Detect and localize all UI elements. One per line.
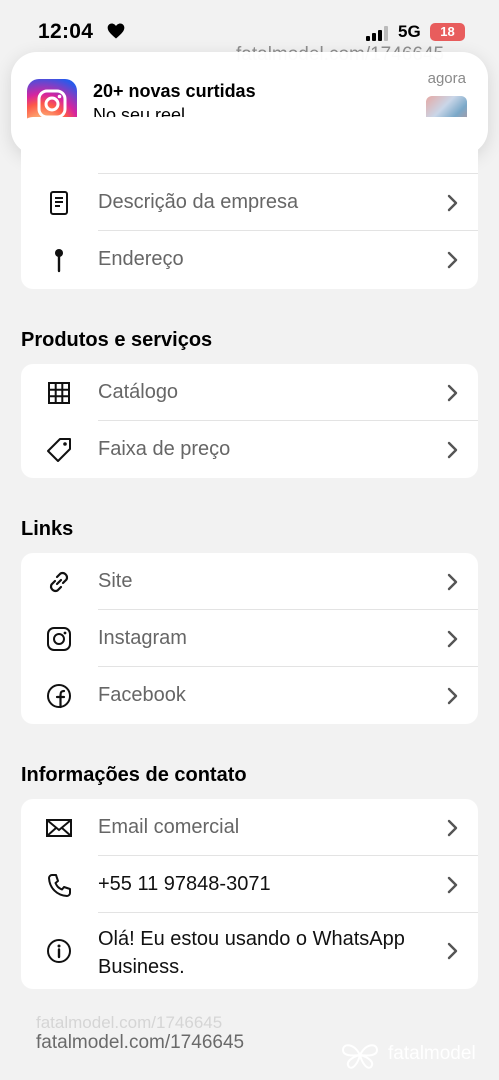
list-item-label: Email comercial [98,816,240,838]
list-item-label: Descrição da empresa [98,191,299,213]
list-item-facebook[interactable]: Facebook [21,667,478,724]
brand-watermark: fatalmodel [388,1043,476,1064]
list-item-label: Instagram [98,627,187,649]
list-item-site[interactable]: Site [21,553,478,610]
list-item-catalog[interactable]: Catálogo [21,364,478,421]
chevron-right-icon [447,251,458,269]
clock: 12:04 [38,20,94,43]
list-item-address[interactable]: Endereço [21,231,478,288]
watermark-faint: fatalmodel.com/1746645 [36,1013,223,1032]
watermark-bottom: fatalmodel.com/1746645 [36,1032,245,1053]
list-item-label: Olá! Eu estou usando o WhatsApp Business… [98,928,405,978]
list-item-email[interactable]: Email comercial [21,799,478,856]
section-title-products: Produtos e serviços [21,329,213,351]
chevron-right-icon [447,819,458,837]
phone-icon [48,874,71,897]
business-info-card: Descrição da empresa Endereço [21,117,478,289]
status-bar: 12:04 fatalmodel.com/1746645 5G 18 [0,0,499,65]
document-icon [50,191,68,215]
products-card: Catálogo Faixa de preço [21,364,478,478]
list-item-label: +55 11 97848-3071 [98,873,271,895]
list-item-phone[interactable]: +55 11 97848-3071 [21,856,478,913]
signal-icon [366,26,388,41]
envelope-icon [46,819,72,837]
tag-icon [47,438,71,462]
links-card: Site Instagram Facebook [21,553,478,724]
whatsapp-business-profile-screen: 12:04 fatalmodel.com/1746645 5G 18 20+ n… [0,0,499,1080]
butterfly-logo-icon [341,1044,379,1069]
chevron-right-icon [447,384,458,402]
list-item-label: Catálogo [98,381,179,403]
contact-card: Email comercial +55 11 97848-3071 Olá! E… [21,799,478,989]
chevron-right-icon [447,441,458,459]
chevron-right-icon [447,876,458,894]
list-item-label: Facebook [98,684,186,706]
list-item-label: Endereço [98,248,184,270]
list-item-label: Site [98,570,133,592]
list-item-instagram[interactable]: Instagram [21,610,478,667]
chevron-right-icon [447,573,458,591]
list-item-price-range[interactable]: Faixa de preço [21,421,478,478]
list-item-description[interactable]: Descrição da empresa [21,174,478,231]
chevron-right-icon [447,194,458,212]
notification-time: agora [427,70,466,87]
link-icon [49,571,69,593]
list-item-label: Faixa de preço [98,438,231,460]
chevron-right-icon [447,942,458,960]
facebook-icon [47,684,71,709]
section-title-contact: Informações de contato [21,764,247,786]
instagram-icon [47,627,71,651]
info-icon [47,939,71,963]
pin-icon [55,249,63,273]
grid-icon [48,382,70,404]
network-type: 5G [398,22,421,41]
notification-title: 20+ novas curtidas [93,81,256,101]
list-item-about[interactable]: Olá! Eu estou usando o WhatsApp Business… [21,913,478,989]
chevron-right-icon [447,630,458,648]
heart-icon [107,23,125,39]
battery-indicator: 18 [430,23,465,41]
section-title-links: Links [21,518,74,540]
list-item-hidden[interactable] [21,117,478,174]
chevron-right-icon [447,687,458,705]
